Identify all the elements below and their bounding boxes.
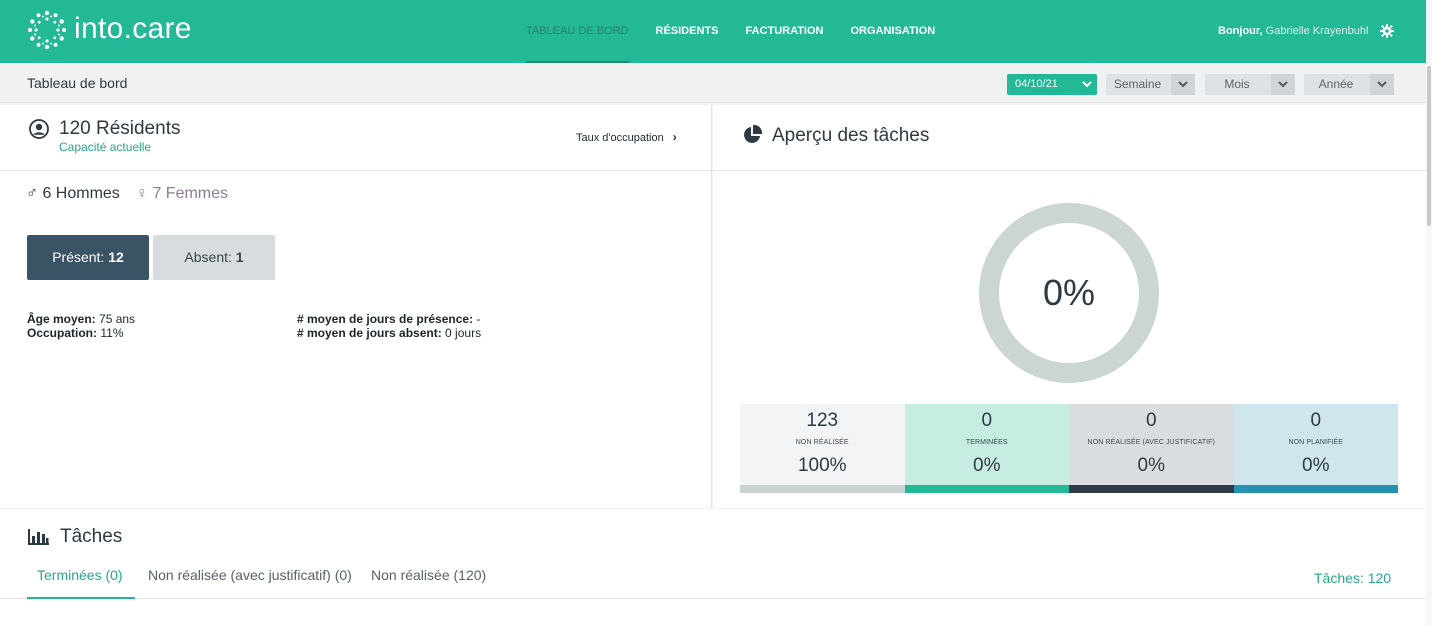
stat-card-done[interactable]: 0 TERMINÉES 0% [904,404,1069,493]
stat-card-label: NON PLANIFIÉE [1288,439,1344,446]
user-circle-icon [29,119,49,139]
stat-card-count: 0 [1310,410,1322,431]
divider [713,170,1426,171]
chevron-down-icon [1171,74,1195,95]
female-label: 7 Femmes [152,185,229,202]
progress-percent: 0% [1042,272,1096,313]
scrollbar-thumb[interactable] [1427,66,1431,226]
top-bar: into.care TABLEAU DE BORD RÉSIDENTS FACT… [0,0,1432,63]
avg-presence-days: # moyen de jours de présence: - [297,312,480,326]
overview-title: Aperçu des tâches [772,125,930,146]
stat-card-label: NON RÉALISÉE [795,439,849,446]
average-age: Âge moyen: 75 ans [27,312,135,326]
stat-card-bar [904,485,1069,493]
tasks-title: Tâches [60,526,123,547]
nav-tableau-de-bord[interactable]: TABLEAU DE BORD [526,0,629,63]
tab-done[interactable]: Terminées (0) [37,567,123,583]
avg-absent-days-label: # moyen de jours absent: [297,326,442,340]
stat-card-label: NON RÉALISÉE (AVEC JUSTIFICATIF) [1087,439,1215,446]
avg-absent-days: # moyen de jours absent: 0 jours [297,326,481,340]
male-icon: ♂ [26,185,38,202]
week-select[interactable]: Semaine [1106,74,1195,95]
occupancy-rate-link[interactable]: Taux d'occupation › [576,130,677,144]
stat-card-percent: 0% [1137,455,1165,476]
chevron-down-icon [1271,74,1295,95]
bar-chart-icon [28,529,49,545]
absent-count: 1 [235,249,244,265]
present-label: Présent: [52,249,105,265]
male-count: ♂ 6 Hommes [26,185,120,203]
avg-presence-days-label: # moyen de jours de présence: [297,312,474,326]
average-age-label: Âge moyen: [27,312,96,326]
date-value: 04/10/21 [1015,78,1058,90]
stat-card-unplanned[interactable]: 0 NON PLANIFIÉE 0% [1233,404,1398,493]
tasks-section: Tâches Terminées (0) Non réalisée (avec … [0,509,1426,626]
chevron-right-icon: › [672,130,677,144]
stat-card-count: 123 [806,410,839,431]
occupancy-rate-label: Taux d'occupation [576,132,664,144]
divider [0,170,711,171]
female-icon: ♀ [136,185,148,202]
nav-residents[interactable]: RÉSIDENTS [656,0,719,63]
absent-button[interactable]: Absent: 1 [153,235,275,280]
present-count: 12 [108,249,124,265]
stat-card-count: 0 [1145,410,1157,431]
stat-card-bar [1069,485,1234,493]
stat-card-label: TERMINÉES [965,439,1008,446]
logo-text: into.care [74,12,192,45]
tab-not-done-justified[interactable]: Non réalisée (avec justificatif) (0) [148,567,352,583]
average-age-value: 75 ans [99,312,136,326]
week-label: Semaine [1113,77,1162,91]
stat-card-bar [1233,485,1398,493]
date-picker[interactable]: 04/10/21 [1007,74,1097,95]
tasks-count: Tâches: 120 [1314,570,1392,586]
main-nav: TABLEAU DE BORD RÉSIDENTS FACTURATION OR… [526,0,962,63]
month-select[interactable]: Mois [1205,74,1295,95]
stat-card-percent: 100% [797,455,847,476]
stat-card-not-done[interactable]: 123 NON RÉALISÉE 100% [740,404,905,493]
active-tab-indicator [27,597,135,599]
user-greeting[interactable]: Bonjour, Gabrielle Krayenbuhl [1218,25,1368,37]
page-title: Tableau de bord [27,75,128,91]
chevron-down-icon [1082,74,1092,103]
stat-card-bar [740,485,905,493]
tab-not-done[interactable]: Non réalisée (120) [371,567,486,583]
residents-count: 120 Résidents [59,118,181,139]
greeting-text: Bonjour, [1218,25,1263,37]
absent-label: Absent: [184,249,232,265]
sub-header: Tableau de bord 04/10/21 Semaine Mois An… [0,63,1426,103]
nav-facturation[interactable]: FACTURATION [745,0,823,63]
capacity-label: Capacité actuelle [59,140,152,154]
year-label: Année [1318,77,1354,91]
male-label: 6 Hommes [42,185,120,202]
avg-presence-days-value: - [476,312,481,326]
chevron-down-icon [1370,74,1394,95]
logo-icon[interactable] [26,9,68,51]
present-button[interactable]: Présent: 12 [27,235,149,280]
task-overview-panel: Aperçu des tâches 0% 123 NON RÉALISÉE 10… [713,105,1426,508]
occupation-value: 11% [100,326,124,340]
user-name: Gabrielle Krayenbuhl [1265,25,1369,37]
month-label: Mois [1224,77,1250,91]
stat-card-count: 0 [981,410,993,431]
residents-panel: 120 Résidents Capacité actuelle Taux d'o… [0,105,712,508]
task-stat-cards: 123 NON RÉALISÉE 100% 0 TERMINÉES 0% 0 N… [740,404,1398,493]
stat-card-percent: 0% [1302,455,1330,476]
occupation: Occupation: 11% [27,326,124,340]
gear-icon[interactable] [1380,24,1394,38]
avg-absent-days-value: 0 jours [445,326,482,340]
female-count: ♀ 7 Femmes [136,185,228,203]
year-select[interactable]: Année [1304,74,1394,95]
nav-organisation[interactable]: ORGANISATION [850,0,935,63]
occupation-label: Occupation: [27,326,98,340]
pie-chart-icon [744,125,762,143]
divider [0,598,1426,599]
stat-card-not-done-justified[interactable]: 0 NON RÉALISÉE (AVEC JUSTIFICATIF) 0% [1069,404,1234,493]
stat-card-percent: 0% [973,455,1001,476]
